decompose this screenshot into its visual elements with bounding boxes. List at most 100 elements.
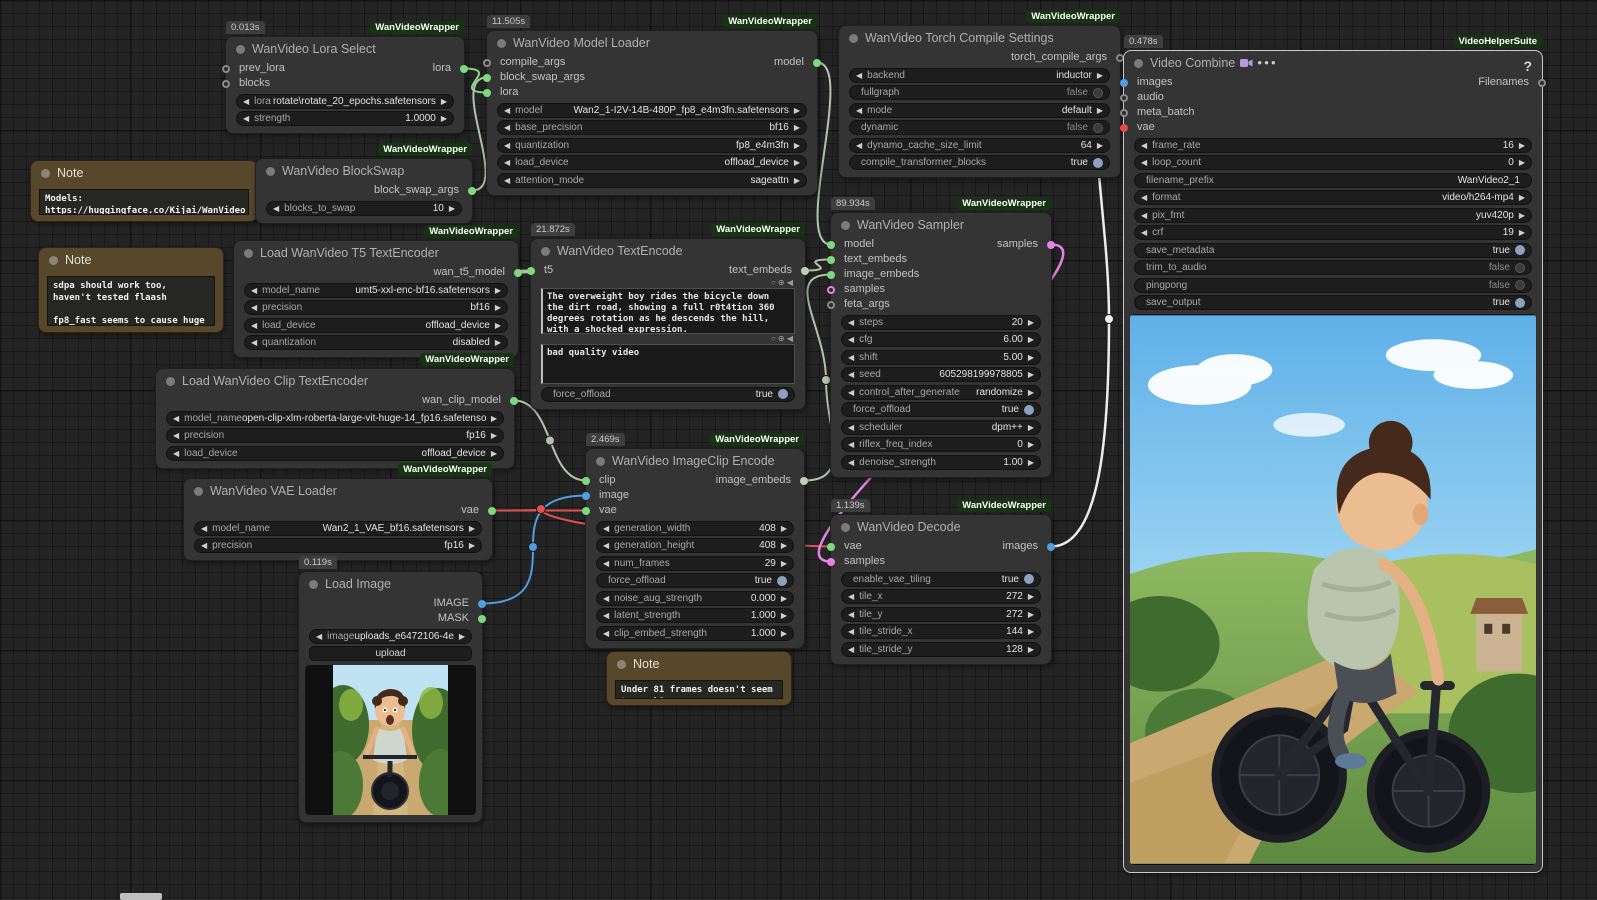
node-title[interactable]: WanVideo VAE Loader [184, 479, 492, 503]
decrement-arrow-icon[interactable]: ◀ [243, 114, 249, 123]
increment-arrow-icon[interactable]: ▶ [459, 632, 465, 641]
help-icon[interactable]: ? [1523, 54, 1532, 75]
lora_select-input-port-blocks[interactable] [222, 79, 230, 88]
decrement-arrow-icon[interactable]: ◀ [848, 440, 854, 449]
decrement-arrow-icon[interactable]: ◀ [848, 645, 854, 654]
imageclip-input-port-clip[interactable] [582, 476, 590, 485]
video_combine-widget-save_metadata[interactable]: save_metadata true [1134, 242, 1532, 258]
increment-arrow-icon[interactable]: ▶ [781, 629, 787, 638]
decrement-arrow-icon[interactable]: ◀ [243, 97, 249, 106]
toggle-knob[interactable] [1093, 157, 1103, 168]
text_encode-textarea-icons[interactable]: ○ ⊕ ◀ [531, 334, 805, 344]
note-text[interactable]: Models: https://huggingface.co/Kijai/Wan… [39, 189, 249, 215]
video_combine-output-port-Filenames[interactable] [1538, 78, 1546, 87]
increment-arrow-icon[interactable]: ▶ [1028, 610, 1034, 619]
note-node[interactable]: Note sdpa should work too, haven't tested… [38, 247, 224, 333]
node-title[interactable]: WanVideo Lora Select [226, 37, 464, 61]
toggle-knob[interactable] [1515, 245, 1525, 255]
lora_select-widget-lora[interactable]: ◀ lora rotate\rotate_20_epochs.safetensors… [236, 93, 454, 109]
text_encode-widget-force_offload[interactable]: force_offload true [541, 386, 795, 402]
increment-arrow-icon[interactable]: ▶ [1028, 645, 1034, 654]
imageclip-widget-force_offload[interactable]: force_offload true [596, 573, 794, 588]
increment-arrow-icon[interactable]: ▶ [1519, 228, 1525, 237]
imageclip-input-port-image[interactable] [582, 491, 590, 500]
toggle-knob[interactable] [1024, 404, 1034, 415]
t5_loader-widget-quantization[interactable]: ◀ quantization disabled ▶ [244, 335, 508, 350]
sampler-widget-force_offload[interactable]: force_offload true [841, 402, 1041, 417]
decrement-arrow-icon[interactable]: ◀ [848, 458, 854, 467]
increment-arrow-icon[interactable]: ▶ [1519, 141, 1525, 150]
decrement-arrow-icon[interactable]: ◀ [173, 414, 179, 423]
increment-arrow-icon[interactable]: ▶ [1519, 193, 1525, 202]
increment-arrow-icon[interactable]: ▶ [781, 524, 787, 533]
increment-arrow-icon[interactable]: ▶ [794, 158, 800, 167]
model_loader-output-port-model[interactable] [813, 58, 821, 67]
decrement-arrow-icon[interactable]: ◀ [1141, 158, 1147, 167]
imageclip-widget-clip_embed_strength[interactable]: ◀ clip_embed_strength 1.000 ▶ [596, 625, 794, 641]
lora_select-output-port-lora[interactable] [460, 64, 468, 73]
imageclip-widget-generation_width[interactable]: ◀ generation_width 408 ▶ [596, 520, 794, 536]
decrement-arrow-icon[interactable]: ◀ [848, 388, 854, 397]
node-lora_select[interactable]: 0.013s WanVideoWrapper WanVideo Lora Selec… [222, 21, 468, 134]
video_combine-widget-pix_fmt[interactable]: ◀ pix_fmt yuv420p ▶ [1134, 207, 1532, 223]
increment-arrow-icon[interactable]: ▶ [1519, 211, 1525, 220]
toggle-knob[interactable] [778, 389, 788, 399]
sampler-input-port-text_embeds[interactable] [827, 255, 835, 264]
text_encode-input-port-t5[interactable] [527, 266, 535, 275]
video_combine-widget-save_output[interactable]: save_output true [1134, 295, 1532, 310]
model_loader-widget-attention_mode[interactable]: ◀ attention_mode sageattn ▶ [497, 172, 807, 188]
decode-widget-tile_x[interactable]: ◀ tile_x 272 ▶ [841, 589, 1041, 604]
increment-arrow-icon[interactable]: ▶ [1028, 458, 1034, 467]
sampler-input-port-model[interactable] [827, 240, 835, 249]
video_combine-widget-frame_rate[interactable]: ◀ frame_rate 16 ▶ [1134, 137, 1532, 153]
imageclip-widget-noise_aug_strength[interactable]: ◀ noise_aug_strength 0.000 ▶ [596, 590, 794, 606]
increment-arrow-icon[interactable]: ▶ [491, 449, 497, 458]
toggle-knob[interactable] [1515, 280, 1525, 290]
increment-arrow-icon[interactable]: ▶ [1028, 423, 1034, 432]
increment-arrow-icon[interactable]: ▶ [781, 611, 787, 620]
decrement-arrow-icon[interactable]: ◀ [1141, 228, 1147, 237]
t5_loader-widget-model_name[interactable]: ◀ model_name umt5-xxl-enc-bf16.safetensors… [244, 282, 508, 298]
increment-arrow-icon[interactable]: ▶ [1028, 353, 1034, 362]
node-title[interactable]: WanVideo Torch Compile Settings [839, 26, 1120, 50]
node-title[interactable]: Load WanVideo T5 TextEncoder [234, 241, 518, 265]
increment-arrow-icon[interactable]: ▶ [1519, 158, 1525, 167]
sampler-widget-control_after_generate[interactable]: ◀ control_after_generate randomize ▶ [841, 384, 1041, 400]
decrement-arrow-icon[interactable]: ◀ [173, 431, 179, 440]
sampler-widget-steps[interactable]: ◀ steps 20 ▶ [841, 314, 1041, 330]
increment-arrow-icon[interactable]: ▶ [794, 106, 800, 115]
clip_loader-widget-load_device[interactable]: ◀ load_device offload_device ▶ [166, 445, 504, 461]
toggle-knob[interactable] [777, 575, 787, 586]
t5_loader-widget-precision[interactable]: ◀ precision bf16 ▶ [244, 300, 508, 315]
video_combine-widget-pingpong[interactable]: pingpong false [1134, 277, 1532, 293]
decode-widget-tile_y[interactable]: ◀ tile_y 272 ▶ [841, 606, 1041, 622]
lora_select-input-port-prev_lora[interactable] [222, 64, 230, 73]
node-title[interactable]: WanVideo Sampler [831, 213, 1051, 237]
load_image-widget-image[interactable]: ◀ image uploads_e6472106-4e... ▶ [309, 628, 472, 644]
node-title[interactable]: Load Image [299, 572, 482, 596]
node-model_loader[interactable]: 11.505s WanVideoWrapper WanVideo Model Loa… [483, 15, 821, 196]
sampler-widget-scheduler[interactable]: ◀ scheduler dpm++ ▶ [841, 419, 1041, 435]
node-sampler[interactable]: 89.934s WanVideoWrapper WanVideo Sampler mo… [827, 197, 1055, 478]
sampler-input-port-samples[interactable] [827, 285, 835, 294]
torch_compile-widget-backend[interactable]: ◀ backend inductor ▶ [849, 67, 1110, 83]
increment-arrow-icon[interactable]: ▶ [449, 204, 455, 213]
note-text[interactable]: Under 81 frames doesn't seem to work? [615, 680, 783, 699]
model_loader-widget-quantization[interactable]: ◀ quantization fp8_e4m3fn ▶ [497, 137, 807, 153]
increment-arrow-icon[interactable]: ▶ [495, 338, 501, 347]
increment-arrow-icon[interactable]: ▶ [495, 321, 501, 330]
clip_loader-output-port-wan_clip_model[interactable] [510, 396, 518, 405]
model_loader-widget-base_precision[interactable]: ◀ base_precision bf16 ▶ [497, 120, 807, 135]
node-title[interactable]: Video Combine ●●●? [1124, 51, 1542, 75]
increment-arrow-icon[interactable]: ▶ [1028, 370, 1034, 379]
decode-input-port-samples[interactable] [827, 557, 835, 566]
increment-arrow-icon[interactable]: ▶ [781, 594, 787, 603]
note-node[interactable]: Note Models: https://huggingface.co/Kijai… [30, 160, 258, 222]
model_loader-input-port-lora[interactable] [483, 88, 491, 97]
video_combine-widget-crf[interactable]: ◀ crf 19 ▶ [1134, 225, 1532, 240]
torch_compile-widget-dynamic[interactable]: dynamic false [849, 120, 1110, 135]
decrement-arrow-icon[interactable]: ◀ [173, 449, 179, 458]
video_combine-input-port-images[interactable] [1120, 78, 1128, 87]
decode-widget-tile_stride_y[interactable]: ◀ tile_stride_y 128 ▶ [841, 641, 1041, 657]
toggle-knob[interactable] [1093, 87, 1103, 98]
